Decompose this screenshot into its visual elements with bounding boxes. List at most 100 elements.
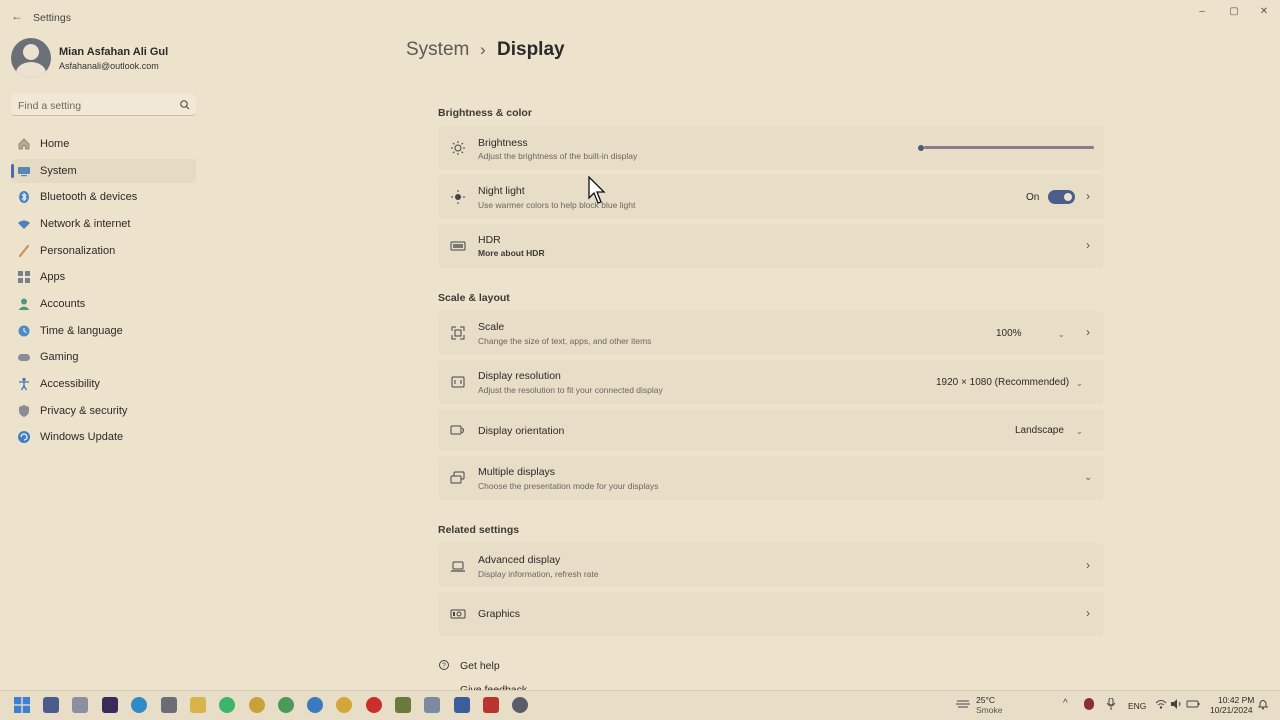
chevron-right-icon[interactable]: › <box>1083 238 1093 252</box>
chevron-right-icon[interactable]: › <box>1083 606 1093 620</box>
hdr-card[interactable] <box>438 224 1104 268</box>
search-icon[interactable] <box>179 99 191 111</box>
svg-text:?: ? <box>442 663 446 670</box>
hdr-title: HDR <box>478 234 501 246</box>
laptop-icon <box>451 561 465 572</box>
search-placeholder: Find a setting <box>18 100 82 112</box>
sidebar-item-home[interactable] <box>11 132 196 156</box>
chevron-right-icon[interactable]: › <box>1083 558 1093 572</box>
sidebar-item-label: Privacy & security <box>40 405 128 417</box>
weather-condition: Smoke <box>976 705 1003 715</box>
app-icon[interactable] <box>395 697 411 713</box>
chevron-down-icon[interactable]: ⌄ <box>1076 427 1083 436</box>
update-icon <box>18 431 30 443</box>
scale-dropdown-value[interactable]: 100% <box>996 328 1022 339</box>
orientation-dropdown-value[interactable]: Landscape <box>1015 425 1064 436</box>
home-icon <box>18 138 30 150</box>
back-arrow-icon[interactable]: ← <box>10 9 24 23</box>
night-light-card[interactable] <box>438 175 1104 219</box>
brush-icon <box>18 244 30 258</box>
user-email: Asfahanali@outlook.com <box>59 61 159 71</box>
volume-icon[interactable] <box>1170 698 1182 710</box>
brightness-slider-track[interactable] <box>924 146 1094 149</box>
snipping-tool-icon[interactable] <box>424 697 440 713</box>
brightness-subtitle: Adjust the brightness of the built-in di… <box>478 151 638 161</box>
sidebar-item-apps[interactable] <box>11 265 196 289</box>
opera-icon[interactable] <box>366 697 382 713</box>
microphone-icon[interactable] <box>1106 698 1116 710</box>
system-icon <box>18 167 30 177</box>
recorder-icon[interactable] <box>483 697 499 713</box>
gaming-icon <box>18 354 30 361</box>
sidebar-item-gaming[interactable] <box>11 345 196 369</box>
help-icon: ? <box>439 660 449 670</box>
sidebar-item-accounts[interactable] <box>11 292 196 316</box>
tray-app-icon[interactable] <box>1084 698 1094 710</box>
brightness-icon <box>451 141 465 155</box>
task-view-icon[interactable] <box>43 697 59 713</box>
language-indicator[interactable]: ENG <box>1128 701 1146 711</box>
battery-icon[interactable] <box>1186 698 1200 710</box>
breadcrumb-root[interactable]: System <box>406 39 469 61</box>
graphics-title: Graphics <box>478 608 521 620</box>
whatsapp-icon[interactable] <box>219 697 235 713</box>
sidebar-item-label: Windows Update <box>40 431 124 443</box>
windows-start-icon[interactable] <box>14 697 30 713</box>
clock-date[interactable]: 10/21/2024 <box>1210 705 1253 715</box>
file-explorer-icon[interactable] <box>190 697 206 713</box>
chevron-up-icon[interactable]: ^ <box>1063 698 1068 709</box>
scale-icon <box>451 326 465 340</box>
night-light-subtitle: Use warmer colors to help block blue lig… <box>478 200 636 210</box>
chrome-profile-1-icon[interactable] <box>249 697 265 713</box>
page-title: Display <box>497 39 565 60</box>
scale-subtitle: Change the size of text, apps, and other… <box>478 336 652 346</box>
wifi-icon[interactable] <box>1155 698 1167 710</box>
chevron-down-icon[interactable]: ⌄ <box>1076 379 1083 388</box>
sidebar-item-label: Accounts <box>40 298 86 310</box>
sidebar-item-system[interactable] <box>11 159 196 183</box>
chevron-right-icon[interactable]: › <box>1083 325 1093 339</box>
notification-bell-icon[interactable] <box>1257 698 1269 710</box>
clock-time[interactable]: 10:42 PM <box>1218 695 1254 705</box>
chrome-profile-2-icon[interactable] <box>278 697 294 713</box>
mouse-cursor-icon <box>588 176 606 204</box>
sidebar-item-label: Bluetooth & devices <box>40 191 138 203</box>
edge-icon[interactable] <box>131 697 147 713</box>
brightness-slider-thumb[interactable] <box>918 145 924 151</box>
time-language-icon <box>18 325 30 337</box>
chevron-right-icon[interactable]: › <box>1083 189 1093 203</box>
sidebar-item-label: Network & internet <box>40 218 131 230</box>
avatar[interactable] <box>11 38 51 78</box>
chrome-profile-3-icon[interactable] <box>307 697 323 713</box>
calculator-icon[interactable] <box>161 697 177 713</box>
resolution-dropdown-value[interactable]: 1920 × 1080 (Recommended) <box>936 377 1069 388</box>
notepad-icon[interactable] <box>454 697 470 713</box>
photos-icon[interactable] <box>72 697 88 713</box>
hdr-link[interactable]: More about HDR <box>478 248 545 258</box>
advanced-display-subtitle: Display information, refresh rate <box>478 569 599 579</box>
accounts-icon <box>18 298 30 310</box>
weather-temp: 25°C <box>976 695 995 705</box>
sidebar-item-label: Personalization <box>40 245 116 257</box>
orientation-icon <box>450 425 464 435</box>
settings-gear-icon[interactable] <box>512 697 528 713</box>
chevron-down-icon[interactable]: ⌄ <box>1058 330 1065 339</box>
resolution-subtitle: Adjust the resolution to fit your connec… <box>478 385 663 395</box>
minimize-button[interactable]: – <box>1190 4 1214 20</box>
maximize-button[interactable]: ▢ <box>1222 4 1246 20</box>
night-light-state: On <box>1026 192 1040 203</box>
sidebar-item-accessibility[interactable] <box>11 372 196 396</box>
chevron-down-icon[interactable]: ⌄ <box>1084 472 1092 483</box>
weather-icon[interactable] <box>955 697 971 711</box>
get-help-link[interactable]: Get help <box>460 660 500 672</box>
toggle-knob <box>1064 193 1072 201</box>
chrome-icon[interactable] <box>336 697 352 713</box>
multiple-displays-card[interactable] <box>438 456 1104 500</box>
network-icon <box>18 220 30 229</box>
resolution-icon <box>451 376 465 388</box>
close-button[interactable]: ✕ <box>1252 4 1276 20</box>
terminal-app-icon[interactable] <box>102 697 118 713</box>
night-light-icon <box>451 190 465 204</box>
sidebar-item-label: Gaming <box>40 351 79 363</box>
graphics-card[interactable] <box>438 592 1104 636</box>
